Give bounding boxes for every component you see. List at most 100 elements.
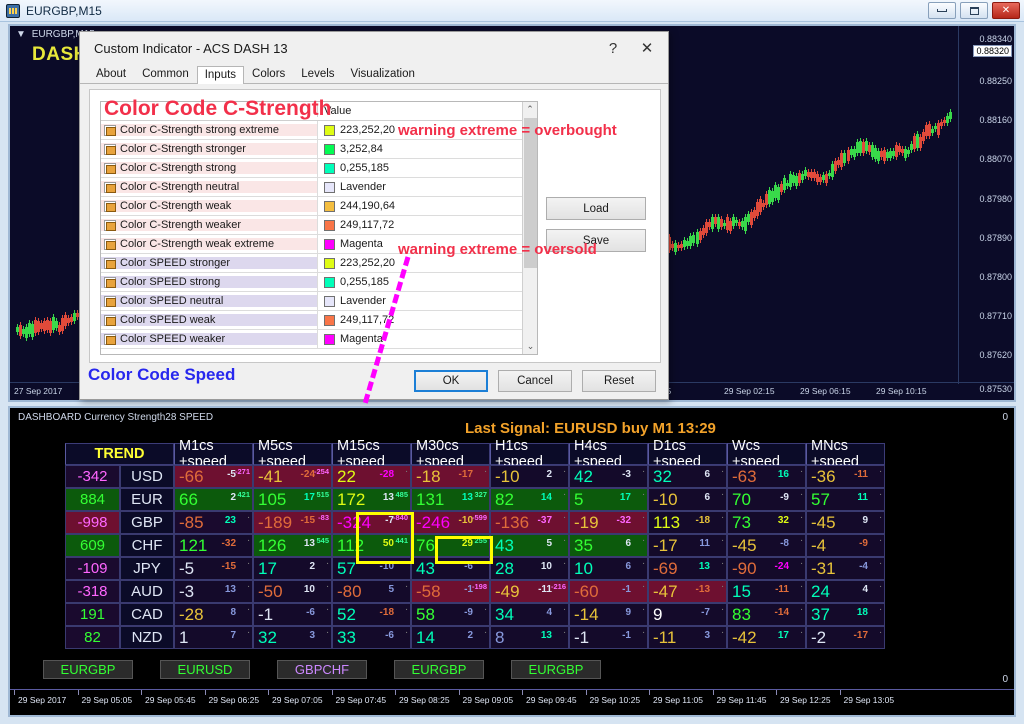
currency-cell[interactable]: CHF	[120, 534, 174, 557]
strength-cell[interactable]: -1 -1 ·	[569, 626, 648, 649]
inputs-scrollbar[interactable]: ⌃ ⌄	[522, 102, 537, 354]
strength-cell[interactable]: 15 -11 ·	[727, 580, 806, 603]
dialog-close-icon[interactable]: ✕	[630, 34, 664, 62]
strength-cell[interactable]: 121 -32 ·	[174, 534, 253, 557]
currency-strength-dashboard[interactable]: DASHBOARD Currency Strength28 SPEED 0 0 …	[8, 406, 1016, 717]
strength-cell[interactable]: -41 -24 -254	[253, 465, 332, 488]
input-row-value[interactable]: 244,190,64	[317, 197, 537, 215]
strength-cell[interactable]: -10 2 ·	[490, 465, 569, 488]
strength-cell[interactable]: 37 18 ·	[806, 603, 885, 626]
strength-cell[interactable]: 1 7 ·	[174, 626, 253, 649]
pair-button[interactable]: EURGBP	[511, 660, 601, 679]
input-row-value[interactable]: 3,252,84	[317, 140, 537, 158]
currency-cell[interactable]: JPY	[120, 557, 174, 580]
strength-cell[interactable]: -14 9 ·	[569, 603, 648, 626]
minimize-button[interactable]	[928, 2, 956, 19]
input-row[interactable]: Color C-Strength weaker 249,117,72	[101, 216, 537, 235]
strength-cell[interactable]: -28 8 ·	[174, 603, 253, 626]
pair-button[interactable]: GBPCHF	[277, 660, 367, 679]
strength-cell[interactable]: 66 2 421	[174, 488, 253, 511]
scrollbar-thumb[interactable]	[524, 118, 537, 268]
strength-cell[interactable]: 28 10 ·	[490, 557, 569, 580]
pair-button[interactable]: EURUSD	[160, 660, 250, 679]
strength-cell[interactable]: 42 -3 ·	[569, 465, 648, 488]
strength-cell[interactable]: -2 -17 ·	[806, 626, 885, 649]
close-icon[interactable]: ✕	[992, 2, 1020, 19]
strength-cell[interactable]: 73 32 ·	[727, 511, 806, 534]
input-row-value[interactable]: 249,117,72	[317, 311, 537, 329]
strength-cell[interactable]: -1 -6 ·	[253, 603, 332, 626]
strength-cell[interactable]: -19 -32 ·	[569, 511, 648, 534]
pair-button[interactable]: EURGBP	[43, 660, 133, 679]
input-row-value[interactable]: 0,255,185	[317, 273, 537, 291]
strength-cell[interactable]: 9 -7 ·	[648, 603, 727, 626]
input-row-value[interactable]: 0,255,185	[317, 159, 537, 177]
help-icon[interactable]: ?	[596, 34, 630, 62]
currency-cell[interactable]: CAD	[120, 603, 174, 626]
strength-cell[interactable]: 32 6 ·	[648, 465, 727, 488]
strength-cell[interactable]: -36 -11 ·	[806, 465, 885, 488]
strength-cell[interactable]: 32 3 ·	[253, 626, 332, 649]
input-row[interactable]: Color C-Strength strong 0,255,185	[101, 159, 537, 178]
strength-cell[interactable]: 34 4 ·	[490, 603, 569, 626]
strength-cell[interactable]: 33 -6 ·	[332, 626, 411, 649]
strength-cell[interactable]: -58 -1 -198	[411, 580, 490, 603]
strength-cell[interactable]: -45 -8 ·	[727, 534, 806, 557]
strength-cell[interactable]: 43 -6 ·	[411, 557, 490, 580]
input-row[interactable]: Color SPEED weak 249,117,72	[101, 311, 537, 330]
input-row[interactable]: Color C-Strength neutral Lavender	[101, 178, 537, 197]
strength-cell[interactable]: -49 -11 -216	[490, 580, 569, 603]
strength-cell[interactable]: -246 -10 -599	[411, 511, 490, 534]
inputs-list[interactable]: Value Color C-Strength strong extreme 223…	[100, 101, 538, 355]
input-row[interactable]: Color SPEED neutral Lavender	[101, 292, 537, 311]
strength-cell[interactable]: -42 17 ·	[727, 626, 806, 649]
input-row-value[interactable]: 223,252,20	[317, 121, 537, 139]
strength-cell[interactable]: -63 16 ·	[727, 465, 806, 488]
dialog-tabstrip[interactable]: About Common Inputs Colors Levels Visualizati…	[80, 64, 668, 84]
strength-cell[interactable]: 57 -10 ·	[332, 557, 411, 580]
strength-cell[interactable]: -69 13 ·	[648, 557, 727, 580]
strength-cell[interactable]: 126 13 545	[253, 534, 332, 557]
strength-cell[interactable]: -18 -17 ·	[411, 465, 490, 488]
input-row[interactable]: Color C-Strength weak 244,190,64	[101, 197, 537, 216]
strength-cell[interactable]: 22 -28 ·	[332, 465, 411, 488]
currency-cell[interactable]: GBP	[120, 511, 174, 534]
strength-cell[interactable]: 24 4 ·	[806, 580, 885, 603]
input-row[interactable]: Color C-Strength weak extreme Magenta	[101, 235, 537, 254]
input-row[interactable]: Color C-Strength strong extreme 223,252,2…	[101, 121, 537, 140]
pair-button[interactable]: EURGBP	[394, 660, 484, 679]
tab-common[interactable]: Common	[134, 65, 197, 83]
strength-cell[interactable]: 112 50 441	[332, 534, 411, 557]
strength-cell[interactable]: -10 6 ·	[648, 488, 727, 511]
strength-cell[interactable]: -11 3 ·	[648, 626, 727, 649]
strength-cell[interactable]: -90 -24 ·	[727, 557, 806, 580]
currency-cell[interactable]: USD	[120, 465, 174, 488]
input-row-value[interactable]: 249,117,72	[317, 216, 537, 234]
strength-cell[interactable]: 8 13 ·	[490, 626, 569, 649]
input-row[interactable]: Color SPEED strong 0,255,185	[101, 273, 537, 292]
tab-levels[interactable]: Levels	[293, 65, 342, 83]
strength-cell[interactable]: 52 -18 ·	[332, 603, 411, 626]
strength-cell[interactable]: 14 2 ·	[411, 626, 490, 649]
ok-button[interactable]: OK	[414, 370, 488, 392]
input-row-value[interactable]: Magenta	[317, 330, 537, 348]
strength-cell[interactable]: 58 -9 ·	[411, 603, 490, 626]
strength-cell[interactable]: -4 -9 ·	[806, 534, 885, 557]
load-button[interactable]: Load	[546, 197, 646, 220]
strength-cell[interactable]: 113 -18 ·	[648, 511, 727, 534]
strength-cell[interactable]: 10 6 ·	[569, 557, 648, 580]
strength-cell[interactable]: -31 -4 ·	[806, 557, 885, 580]
cancel-button[interactable]: Cancel	[498, 370, 572, 392]
input-row[interactable]: Color SPEED weaker Magenta	[101, 330, 537, 349]
strength-cell[interactable]: 105 17 515	[253, 488, 332, 511]
input-row-value[interactable]: Lavender	[317, 178, 537, 196]
scroll-down-icon[interactable]: ⌄	[523, 339, 538, 354]
strength-cell[interactable]: -60 -1 ·	[569, 580, 648, 603]
indicator-properties-dialog[interactable]: Custom Indicator - ACS DASH 13 ? ✕ About…	[79, 31, 669, 400]
strength-cell[interactable]: 43 5 ·	[490, 534, 569, 557]
strength-cell[interactable]: -17 11 ·	[648, 534, 727, 557]
currency-cell[interactable]: EUR	[120, 488, 174, 511]
strength-cell[interactable]: 172 13 485	[332, 488, 411, 511]
maximize-button[interactable]	[960, 2, 988, 19]
tab-inputs[interactable]: Inputs	[196, 66, 245, 84]
